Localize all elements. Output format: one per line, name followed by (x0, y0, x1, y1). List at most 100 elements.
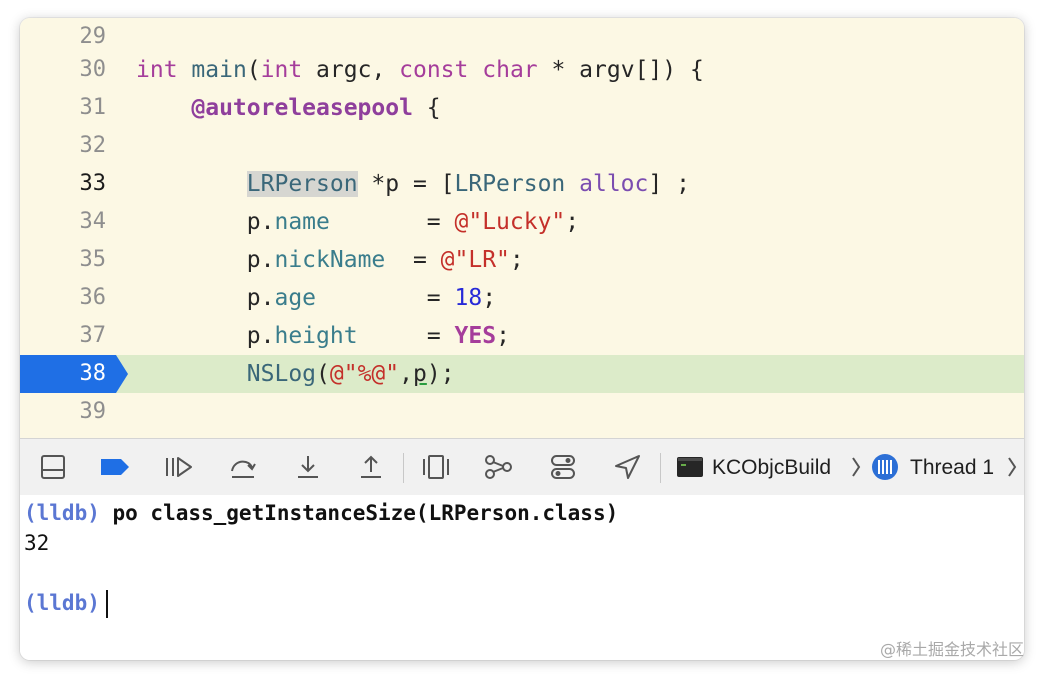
line-number[interactable]: 31 (20, 89, 107, 127)
line-number[interactable]: 35 (20, 241, 107, 279)
console-command-line: (lldb) po class_getInstanceSize(LRPerson… (24, 497, 618, 529)
object-ref: p. (246, 323, 275, 349)
keyword: int (136, 57, 178, 83)
hide-debug-area-icon[interactable] (38, 453, 68, 481)
line-number[interactable]: 30 (20, 51, 107, 89)
line-number[interactable]: 37 (20, 317, 107, 355)
function-name: main (191, 57, 247, 83)
text-cursor (105, 590, 108, 618)
lldb-prompt: (lldb) (24, 591, 100, 615)
console-input-line[interactable]: (lldb) (24, 587, 108, 619)
code-line-30[interactable]: 30 int main(int argc, const char * argv[… (20, 51, 1024, 89)
code-plain: = (316, 285, 455, 311)
console-output: 32 (24, 531, 50, 555)
code-text: p.nickName = @"LR"; (136, 241, 524, 279)
thread-name[interactable]: Thread 1 (910, 453, 994, 483)
target-name[interactable]: KCObjcBuild (712, 453, 831, 483)
semicolon: ; (496, 323, 510, 349)
code-text: p.height = YES; (136, 317, 510, 355)
lldb-console[interactable]: (lldb) po class_getInstanceSize(LRPerson… (20, 495, 1024, 660)
code-line-39[interactable]: 39 (20, 393, 1024, 431)
code-plain: = (357, 323, 455, 349)
code-line-38-current[interactable]: 38 NSLog(@"%@",p); (20, 355, 1024, 393)
code-line-33[interactable]: 33 LRPerson *p = [LRPerson alloc] ; (20, 165, 1024, 203)
debug-toolbar: KCObjcBuild Thread 1 (20, 438, 1024, 496)
console-command: po class_getInstanceSize(LRPerson.class) (99, 501, 619, 525)
object-ref: p. (246, 247, 275, 273)
simulate-location-icon[interactable] (612, 453, 642, 481)
method-name: alloc (579, 171, 649, 197)
continue-icon[interactable] (163, 453, 193, 481)
code-text: p.age = 18; (136, 279, 496, 317)
line-number[interactable]: 38 (20, 355, 107, 393)
semicolon: ; (509, 247, 524, 273)
line-number[interactable]: 34 (20, 203, 107, 241)
object-ref: p. (246, 209, 275, 235)
line-number[interactable]: 36 (20, 279, 107, 317)
code-line-31[interactable]: 31 @autoreleasepool { (20, 89, 1024, 127)
step-over-icon[interactable] (228, 453, 258, 481)
memory-graph-icon[interactable] (483, 453, 513, 481)
property: nickName (274, 247, 386, 273)
toolbar-divider (403, 453, 404, 483)
argument: p (413, 361, 427, 387)
code-plain: ] ; (648, 171, 690, 197)
string-literal: @"Lucky" (454, 209, 566, 235)
function-name: NSLog (246, 361, 317, 387)
type-name: LRPerson (454, 171, 566, 197)
step-out-icon[interactable] (356, 453, 386, 481)
code-line-37[interactable]: 37 p.height = YES; (20, 317, 1024, 355)
chevron-right-icon (852, 457, 861, 477)
line-number[interactable]: 33 (20, 165, 107, 203)
code-line-36[interactable]: 36 p.age = 18; (20, 279, 1024, 317)
thread-icon (872, 454, 898, 480)
code-text: NSLog(@"%@",p); (136, 355, 455, 393)
code-line-34[interactable]: 34 p.name = @"Lucky"; (20, 203, 1024, 241)
directive: @autoreleasepool (191, 95, 413, 121)
keyword: const (399, 57, 469, 83)
source-editor[interactable]: 29 30 int main(int argc, const char * ar… (20, 18, 1024, 438)
object-ref: p. (246, 285, 275, 311)
terminal-app-icon (677, 457, 703, 477)
lldb-prompt: (lldb) (24, 501, 100, 525)
keyword: char (482, 57, 538, 83)
code-plain: = (329, 209, 455, 235)
property: age (274, 285, 317, 311)
string-literal: @"%@" (329, 361, 400, 387)
number-literal: 18 (454, 285, 483, 311)
chevron-right-icon (1008, 457, 1017, 477)
code-line-35[interactable]: 35 p.nickName = @"LR"; (20, 241, 1024, 279)
code-plain: *p = [ (357, 171, 455, 197)
semicolon: ; (482, 285, 497, 311)
type-name-selected[interactable]: LRPerson (246, 171, 358, 197)
code-line-32[interactable]: 32 (20, 127, 1024, 165)
property: height (274, 323, 358, 349)
line-number[interactable]: 32 (20, 127, 107, 165)
debug-view-hierarchy-icon[interactable] (421, 453, 451, 481)
punct: ( (246, 57, 261, 83)
code-text: @autoreleasepool { (136, 89, 441, 127)
breakpoints-toggle-icon[interactable] (100, 453, 130, 481)
toolbar-divider (660, 453, 661, 483)
watermark: @稀土掘金技术社区 (879, 640, 1024, 659)
code-plain: { (412, 95, 441, 121)
line-number[interactable]: 39 (20, 393, 107, 431)
environment-overrides-icon[interactable] (548, 453, 578, 481)
xcode-window: 29 30 int main(int argc, const char * ar… (20, 18, 1024, 660)
code-text: LRPerson *p = [LRPerson alloc] ; (136, 165, 690, 203)
semicolon: ; (565, 209, 580, 235)
keyword: int (260, 57, 303, 83)
code-plain: ); (426, 361, 455, 387)
property: name (274, 209, 330, 235)
step-into-icon[interactable] (293, 453, 323, 481)
code-text: int main(int argc, const char * argv[]) … (136, 51, 704, 89)
string-literal: @"LR" (440, 247, 510, 273)
